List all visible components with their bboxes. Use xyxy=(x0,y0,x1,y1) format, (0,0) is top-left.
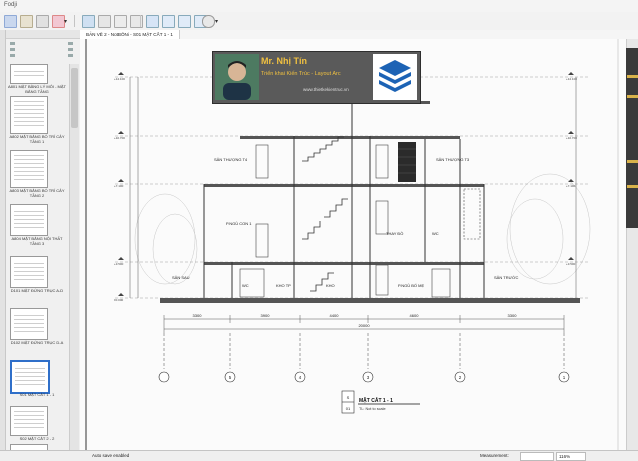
stamp-icon[interactable] xyxy=(146,15,159,28)
pages-panel-header xyxy=(6,30,80,39)
svg-text:+14.100: +14.100 xyxy=(566,77,577,81)
page-thumbnail[interactable] xyxy=(10,308,48,340)
dimension-text: 4600 xyxy=(410,313,420,318)
author-name: Mr. Nhị Tín xyxy=(261,56,307,66)
room-label: THAY ĐỒ xyxy=(386,231,403,236)
svg-text:+3.500: +3.500 xyxy=(114,262,124,266)
page-thumbnail[interactable] xyxy=(10,96,48,134)
svg-text:+10.700: +10.700 xyxy=(114,136,125,140)
document-tab[interactable]: BẢN VẼ 2 - NotBÔNi - S01 MẶT CẮT 1 - 1 xyxy=(80,30,180,39)
svg-text:+14.100: +14.100 xyxy=(114,77,125,81)
fit-icon[interactable] xyxy=(36,15,49,28)
dimension-text: 3300 xyxy=(508,313,518,318)
chevron-down-icon[interactable]: ▾ xyxy=(215,18,218,25)
dimension-text: 3900 xyxy=(261,313,271,318)
pan-icon[interactable] xyxy=(20,15,33,28)
pen-icon[interactable] xyxy=(98,15,111,28)
section-title: MẶT CẮT 1 - 1 xyxy=(359,396,393,404)
page-thumbnail[interactable] xyxy=(10,256,48,288)
measure-icon[interactable] xyxy=(82,15,95,28)
author-banner: Mr. Nhị Tín Triển khai Kiến Trúc - Layou… xyxy=(212,51,421,104)
side-panel-text xyxy=(627,160,638,163)
side-panel-text xyxy=(627,185,638,188)
doc-icon[interactable] xyxy=(162,15,175,28)
page-thumbnail-selected[interactable] xyxy=(10,360,50,394)
panel-tool-icon[interactable] xyxy=(10,42,15,45)
side-panel-text xyxy=(627,75,638,78)
autosave-status: Auto save enabled xyxy=(92,453,130,458)
page-thumbnail[interactable] xyxy=(10,406,48,436)
pages-panel-tools xyxy=(6,39,80,63)
room-label: SÂN SAU xyxy=(172,275,190,280)
dimension-text: 4400 xyxy=(330,313,340,318)
app-title: Fodji xyxy=(4,2,18,8)
thumbnail-label: A802 MẶT BẰNG BỐ TRÍ CÂY TẦNG 1 xyxy=(9,134,65,144)
section-scale: TL: Not to scale xyxy=(359,407,386,411)
thumbnail-scrollbar[interactable] xyxy=(69,64,79,450)
status-bar: Auto save enabled Measurement: 116% xyxy=(0,450,638,461)
room-label: WC xyxy=(432,231,439,236)
panel-tool-icon[interactable] xyxy=(10,54,15,57)
author-website: www.thietkekientruc.vn xyxy=(303,87,349,92)
doc-export-icon[interactable] xyxy=(178,15,191,28)
thumbnail-label: S01 MẶT CẮT 1 - 1 xyxy=(19,392,55,397)
chevron-down-icon[interactable]: ▾ xyxy=(64,18,67,25)
svg-text:+10.700: +10.700 xyxy=(566,136,577,140)
svg-text:+7.100: +7.100 xyxy=(566,184,576,188)
room-label: KHO TP xyxy=(276,283,291,288)
thumbnail-label: A803 MẶT BẰNG BỐ TRÍ CÂY TẦNG 2 xyxy=(9,188,65,198)
brand-logo xyxy=(373,54,417,100)
room-label: P.NGỦ CON 1 xyxy=(226,221,252,226)
section-tag-number: S xyxy=(347,395,350,400)
panel-tool-icon[interactable] xyxy=(68,48,73,51)
svg-text:±0.000: ±0.000 xyxy=(114,298,123,302)
room-label: SÂN THƯỢNG T3 xyxy=(436,157,470,162)
page-thumbnail[interactable] xyxy=(10,204,48,236)
page-thumbnail[interactable] xyxy=(10,150,48,188)
thumbnail-label: S02 MẶT CẮT 2 - 2 xyxy=(19,436,55,441)
measurement-label: Measurement: xyxy=(480,453,509,458)
room-label: P.NGỦ BỐ MẸ xyxy=(398,283,424,288)
page-thumbnail[interactable] xyxy=(10,64,48,84)
dimension-total: 20000 xyxy=(358,323,370,328)
room-label: WC xyxy=(242,283,249,288)
pencil-icon[interactable] xyxy=(114,15,127,28)
thumbnail-label: D101 MẶT ĐỨNG TRỤC A-D xyxy=(10,288,64,293)
panel-tool-icon[interactable] xyxy=(68,54,73,57)
brush-icon[interactable] xyxy=(130,15,143,28)
thumbnail-label: A804 MẶT BẰNG NỘI THẤT TẦNG 3 xyxy=(11,236,63,246)
side-panel-text xyxy=(627,95,638,98)
svg-text:+3.500: +3.500 xyxy=(566,262,576,266)
svg-text:+7.100: +7.100 xyxy=(114,184,124,188)
room-label: SÂN THƯỢNG T4 xyxy=(214,157,248,162)
layers-icon[interactable] xyxy=(4,15,17,28)
thumbnail-label: A801 MẶT BẰNG LÝ MÔI - MẶT BẰNG TẦNG xyxy=(8,84,66,94)
room-label: SÂN TRƯỚC xyxy=(494,275,518,280)
panel-tool-icon[interactable] xyxy=(10,48,15,51)
thumbnail-label: D102 MẶT ĐỨNG TRỤC D-A xyxy=(10,340,64,345)
thumbnail-list: A801 MẶT BẰNG LÝ MÔI - MẶT BẰNG TẦNG A80… xyxy=(6,64,68,450)
section-tag-sheet: 01 xyxy=(346,406,351,411)
gear-icon[interactable] xyxy=(202,15,215,28)
room-label: KHO xyxy=(326,283,335,288)
main-toolbar: ▾ ▾ xyxy=(0,12,638,31)
panel-tool-icon[interactable] xyxy=(68,42,73,45)
dimension-text: 3300 xyxy=(193,313,203,318)
author-subtitle: Triển khai Kiến Trúc - Layout Arc xyxy=(261,71,341,77)
avatar xyxy=(215,54,259,100)
